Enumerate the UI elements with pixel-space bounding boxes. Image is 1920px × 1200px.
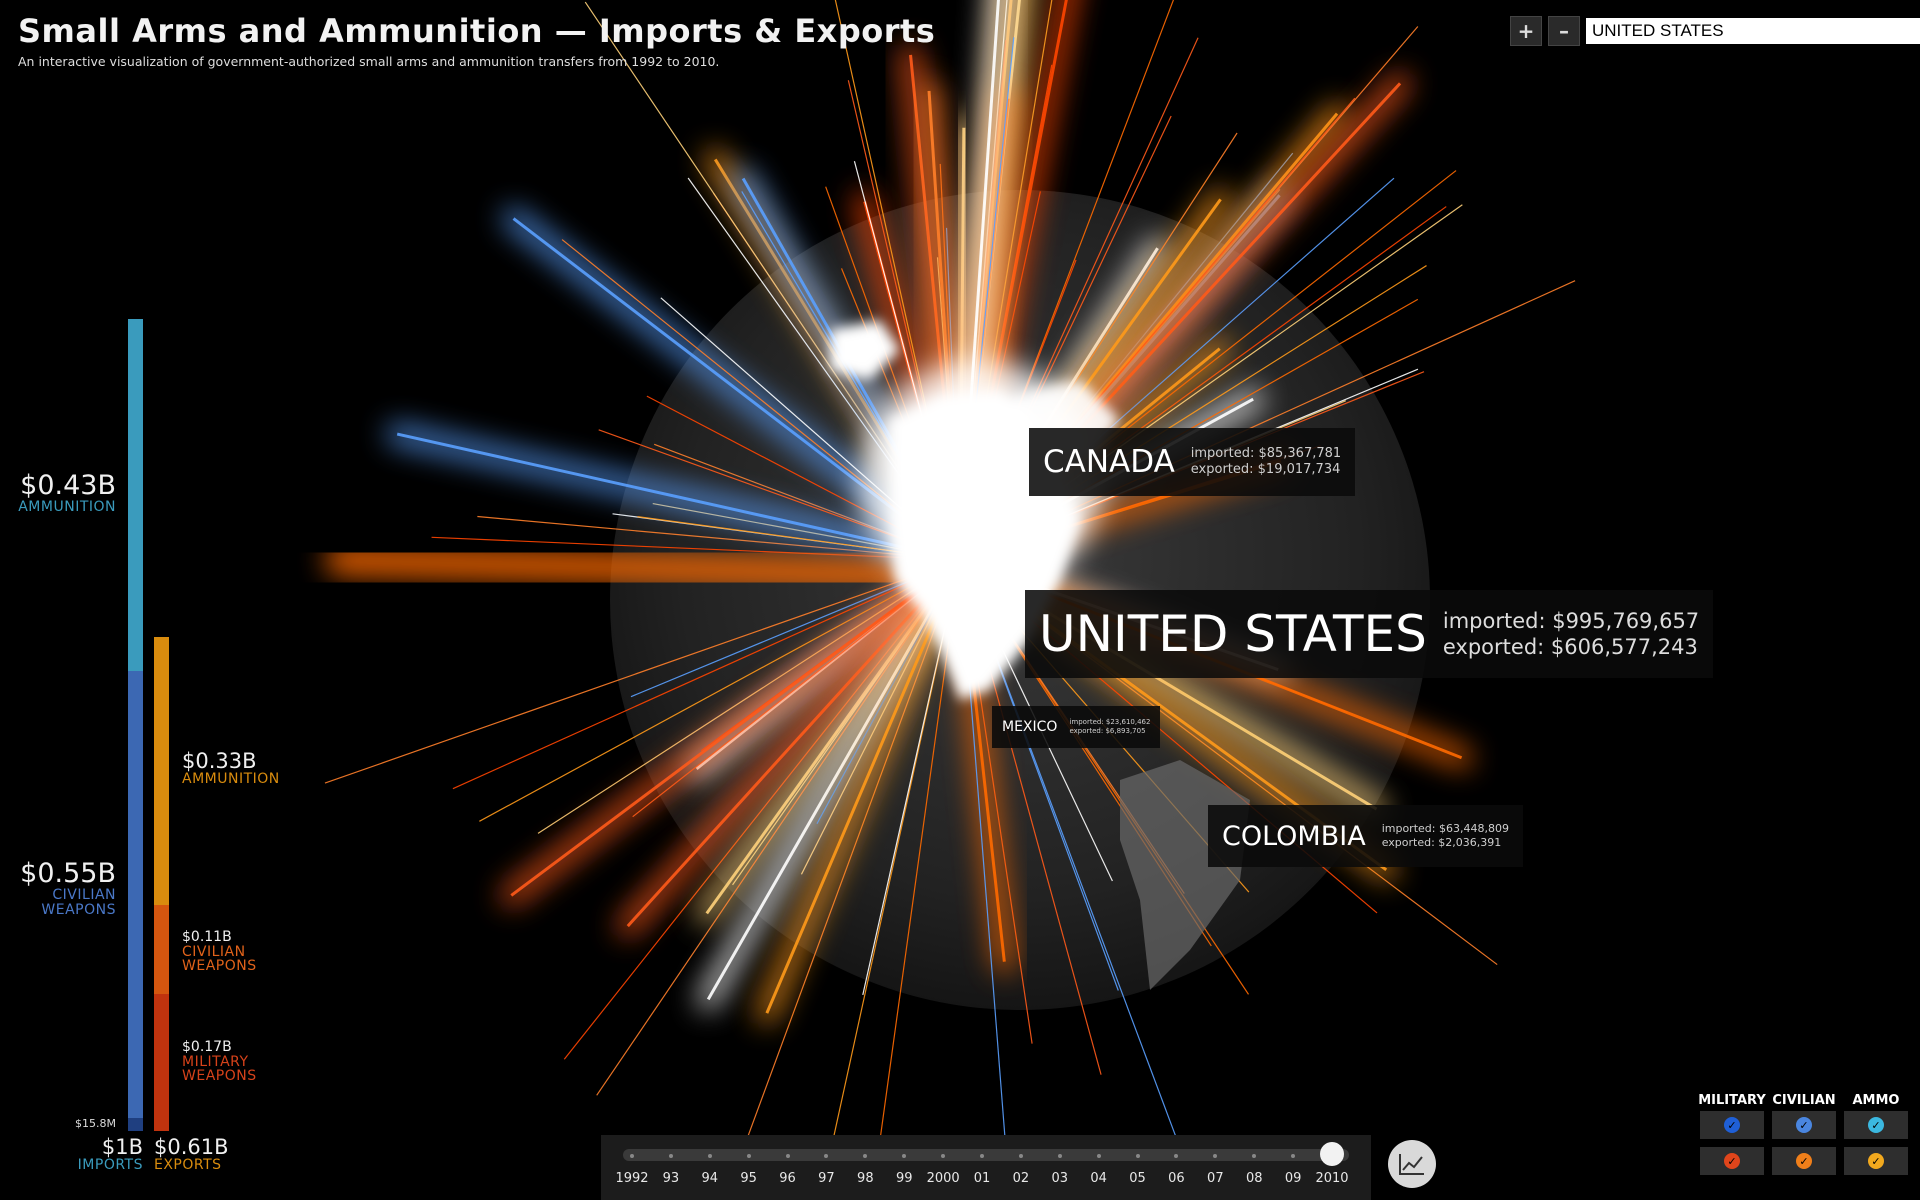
country-label-mexico[interactable]: MEXICO imported: $23,610,462 exported: $… (992, 706, 1161, 748)
united-states-exported: exported: $606,577,243 (1442, 635, 1698, 659)
imports-civilian-category-1: CIVILIAN (52, 887, 116, 904)
imports-civilian-segment[interactable] (128, 671, 143, 1118)
page-title: Small Arms and Ammunition — Imports & Ex… (18, 12, 936, 50)
check-icon: ✓ (1724, 1153, 1740, 1169)
zoom-in-button[interactable]: + (1510, 16, 1542, 46)
timeline-tick[interactable] (746, 1154, 751, 1158)
filter-imports-civilian-toggle[interactable]: ✓ (1772, 1111, 1836, 1139)
exports-ammunition-value: $0.33B (182, 749, 257, 773)
zoom-out-button[interactable]: – (1548, 16, 1580, 46)
filter-exports-ammo-toggle[interactable]: ✓ (1844, 1147, 1908, 1175)
imports-military-label: $15.8M (75, 1118, 116, 1130)
mexico-name: MEXICO (1002, 719, 1058, 735)
imports-ammunition-segment[interactable] (128, 319, 143, 671)
exports-ammunition-category: AMMUNITION (182, 771, 280, 788)
timeline-tick[interactable] (1057, 1154, 1062, 1158)
timeline-tick[interactable] (980, 1154, 984, 1158)
country-label-canada[interactable]: CANADA imported: $85,367,781 exported: $… (1029, 428, 1356, 496)
timeline-tick[interactable] (668, 1154, 673, 1158)
canada-name: CANADA (1043, 444, 1175, 480)
timeline-tick[interactable] (1018, 1154, 1023, 1158)
exports-military-label: $0.17B MILITARY WEAPONS (182, 1040, 257, 1084)
filter-exports-civilian-toggle[interactable]: ✓ (1772, 1147, 1836, 1175)
exports-civilian-category-1: CIVILIAN (182, 943, 246, 960)
imports-civilian-value: $0.55B (20, 858, 116, 889)
year-timeline[interactable]: 1992 93 94 95 96 97 98 99 2000 01 02 03 04 05 06 07 08 09… (601, 1135, 1371, 1200)
imports-total-value: $1B (101, 1135, 143, 1159)
filter-exports-military-toggle[interactable]: ✓ (1700, 1147, 1764, 1175)
header: Small Arms and Ammunition — Imports & Ex… (18, 12, 935, 69)
trade-flow-glow (325, 545, 915, 590)
timeline-tick[interactable] (707, 1154, 712, 1158)
timeline-tick[interactable] (1096, 1154, 1101, 1158)
imports-total-category: IMPORTS (77, 1157, 143, 1174)
exports-civilian-label: $0.11B CIVILIAN WEAPONS (182, 930, 257, 974)
timeline-track[interactable] (623, 1149, 1349, 1161)
exports-military-value: $0.17B (182, 1039, 232, 1055)
check-icon: ✓ (1796, 1153, 1812, 1169)
check-icon: ✓ (1868, 1153, 1884, 1169)
filter-header-military: MILITARY (1698, 1093, 1766, 1108)
imports-civilian-category-2: WEAPONS (41, 902, 116, 919)
exports-military-segment[interactable] (154, 994, 169, 1131)
country-search-input[interactable] (1586, 18, 1920, 44)
filter-imports-ammo-toggle[interactable]: ✓ (1844, 1111, 1908, 1139)
timeline-slider-handle[interactable] (1320, 1142, 1344, 1166)
chart-toggle-button[interactable] (1388, 1140, 1436, 1188)
exports-civilian-category-2: WEAPONS (182, 958, 257, 975)
imports-military-segment[interactable] (128, 1118, 143, 1131)
colombia-imported: imported: $63,448,809 (1381, 822, 1509, 836)
country-label-united-states[interactable]: UNITED STATES imported: $995,769,657 exp… (1025, 590, 1714, 678)
timeline-tick[interactable] (785, 1154, 790, 1158)
exports-total-category: EXPORTS (154, 1157, 222, 1174)
page-subtitle: An interactive visualization of governme… (18, 54, 720, 69)
colombia-name: COLOMBIA (1222, 820, 1366, 852)
line-chart-icon (1399, 1154, 1424, 1175)
imports-total-label: $1B IMPORTS (78, 1136, 143, 1173)
check-icon: ✓ (1868, 1117, 1884, 1133)
check-icon: ✓ (1796, 1117, 1812, 1133)
imports-ammunition-label: $0.43B AMMUNITION (18, 470, 116, 516)
imports-civilian-label: $0.55B CIVILIAN WEAPONS (20, 858, 116, 919)
mexico-imported: imported: $23,610,462 (1069, 718, 1151, 727)
united-states-name: UNITED STATES (1039, 605, 1427, 663)
timeline-year-label[interactable]: 2010 (1307, 1171, 1357, 1186)
exports-civilian-segment[interactable] (154, 905, 169, 994)
exports-total-value: $0.61B (154, 1135, 229, 1159)
timeline-tick[interactable] (630, 1154, 634, 1158)
united-states-imported: imported: $995,769,657 (1442, 608, 1700, 633)
canada-exported: exported: $19,017,734 (1190, 462, 1341, 477)
imports-ammunition-category: AMMUNITION (18, 499, 116, 516)
country-label-colombia[interactable]: COLOMBIA imported: $63,448,809 exported:… (1208, 805, 1523, 867)
filter-header-ammo: AMMO (1852, 1093, 1900, 1108)
exports-civilian-value: $0.11B (182, 929, 232, 945)
check-icon: ✓ (1724, 1117, 1740, 1133)
exports-ammunition-segment[interactable] (154, 637, 169, 905)
exports-ammunition-label: $0.33B AMMUNITION (182, 750, 280, 787)
exports-military-category-2: WEAPONS (182, 1068, 257, 1085)
exports-military-category-1: MILITARY (182, 1053, 249, 1070)
zoom-controls: + – (1510, 16, 1920, 46)
exports-total-label: $0.61B EXPORTS (154, 1136, 229, 1173)
filter-header-civilian: CIVILIAN (1772, 1093, 1836, 1108)
imports-ammunition-value: $0.43B (20, 470, 116, 501)
canada-imported: imported: $85,367,781 (1190, 445, 1342, 461)
filter-imports-military-toggle[interactable]: ✓ (1700, 1111, 1764, 1139)
timeline-tick[interactable] (1135, 1154, 1140, 1158)
colombia-exported: exported: $2,036,391 (1381, 836, 1502, 849)
imports-military-value: $15.8M (75, 1117, 116, 1130)
mexico-exported: exported: $6,893,705 (1069, 727, 1146, 735)
